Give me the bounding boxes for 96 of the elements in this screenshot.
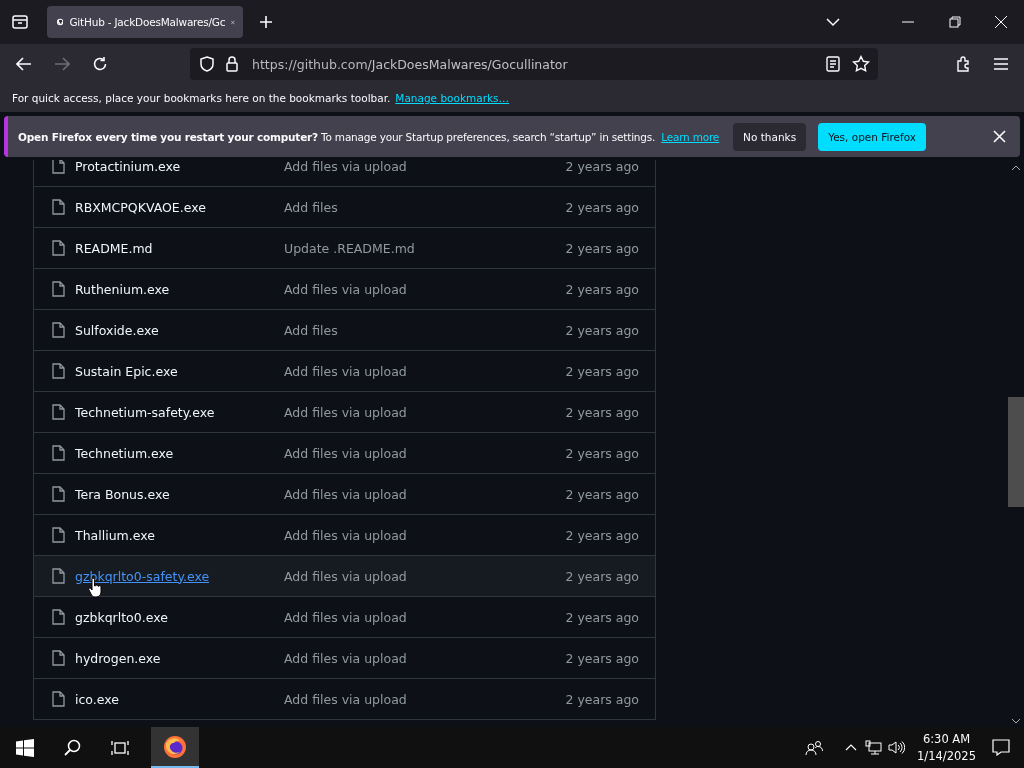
commit-message-link[interactable]: Add files via upload [284,527,407,543]
file-name-link[interactable]: RBXMCPQKVAOE.exe [75,199,284,215]
file-name-link[interactable]: Thallium.exe [75,527,284,543]
scroll-down-icon[interactable] [1012,719,1020,724]
commit-message-link[interactable]: Add files via upload [284,650,407,666]
chevron-down-icon[interactable] [826,17,840,27]
star-icon[interactable] [852,55,870,73]
close-icon[interactable] [993,130,1006,143]
commit-message-link[interactable]: Add files via upload [284,568,407,584]
file-icon [52,363,65,379]
file-age: 2 years ago [565,404,639,420]
file-age: 2 years ago [565,609,639,625]
close-icon[interactable] [995,16,1007,28]
browser-tab[interactable]: GitHub - JackDoesMalwares/Gc [47,6,243,38]
file-age: 2 years ago [565,486,639,502]
commit-message-link[interactable]: Add files via upload [284,445,407,461]
restore-icon[interactable] [949,16,961,28]
file-name-link[interactable]: gzbkqrlto0.exe [75,609,284,625]
learn-more-link[interactable]: Learn more [661,130,720,143]
commit-message-link[interactable]: Update .README.md [284,240,415,256]
back-arrow-icon[interactable] [16,57,32,71]
file-age: 2 years ago [565,199,639,215]
file-age: 2 years ago [565,160,639,174]
file-name-link[interactable]: Tera Bonus.exe [75,486,284,502]
notification-message: Open Firefox every time you restart your computer? To manage your Startup preferences, search “startup” in settings. [18,130,656,143]
scroll-up-icon[interactable] [1012,165,1020,170]
commit-message-link[interactable]: Add files [284,199,338,215]
people-icon[interactable] [805,739,824,756]
file-icon [52,322,65,338]
file-name-link[interactable]: Technetium-safety.exe [75,404,284,420]
address-bar[interactable]: https://github.com/JackDoesMalwares/Gocullinator [190,48,878,80]
scrollbar-thumb[interactable] [1008,397,1024,507]
network-icon[interactable] [865,740,883,755]
file-icon [52,240,65,256]
file-name-link[interactable]: gzbkqrlto0-safety.exe [75,568,284,584]
file-age: 2 years ago [565,240,639,256]
firefox-logo-icon [163,734,187,759]
file-icon [52,527,65,543]
clock-date[interactable]: 1/14/2025 [917,747,976,765]
file-age: 2 years ago [565,650,639,666]
file-name-link[interactable]: hydrogen.exe [75,650,284,666]
file-name-link[interactable]: README.md [75,240,284,256]
commit-message-link[interactable]: Add files via upload [284,404,407,420]
lock-icon[interactable] [226,56,238,72]
forward-arrow-icon[interactable] [54,57,70,71]
new-tab-icon[interactable] [259,15,273,29]
firefox-taskbar-button[interactable] [151,727,199,768]
file-age: 2 years ago [565,568,639,584]
no-thanks-button[interactable]: No thanks [733,122,807,151]
shield-icon[interactable] [200,56,214,72]
windows-start-icon[interactable] [16,738,34,757]
chevron-up-icon[interactable] [845,744,858,751]
file-name-link[interactable]: Ruthenium.exe [75,281,284,297]
tab-list-icon[interactable] [11,14,29,30]
commit-message-link[interactable]: Add files via upload [284,486,407,502]
file-icon [52,609,65,625]
search-icon[interactable] [64,739,81,756]
file-age: 2 years ago [565,281,639,297]
file-age: 2 years ago [565,322,639,338]
url-text: https://github.com/JackDoesMalwares/Gocullinator [252,56,568,72]
commit-message-link[interactable]: Add files via upload [284,363,407,379]
file-icon [52,160,65,174]
extensions-icon[interactable] [956,56,972,72]
file-age: 2 years ago [565,691,639,707]
file-name-link[interactable]: Protactinium.exe [75,160,284,174]
commit-message-link[interactable]: Add files via upload [284,691,407,707]
commit-message-link[interactable]: Add files via upload [284,160,407,174]
open-firefox-button[interactable]: Yes, open Firefox [818,122,927,151]
commit-message-link[interactable]: Add files via upload [284,281,407,297]
file-age: 2 years ago [565,445,639,461]
menu-icon[interactable] [994,58,1008,70]
task-view-icon[interactable] [111,739,129,756]
reload-icon[interactable] [92,56,108,72]
speaker-icon[interactable] [888,740,906,755]
file-icon [52,199,65,215]
file-icon [52,445,65,461]
file-icon [52,691,65,707]
commit-message-link[interactable]: Add files [284,322,338,338]
file-icon [52,281,65,297]
file-name-link[interactable]: ico.exe [75,691,284,707]
file-age: 2 years ago [565,363,639,379]
file-age: 2 years ago [565,527,639,543]
tab-title: GitHub - JackDoesMalwares/Gc [69,16,226,28]
reader-view-icon[interactable] [826,56,840,72]
bookmarks-hint: For quick access, place your bookmarks here on the bookmarks toolbar. [12,92,391,104]
file-name-link[interactable]: Sulfoxide.exe [75,322,284,338]
file-icon [52,486,65,502]
file-icon [52,568,65,584]
file-icon [52,404,65,420]
clock-time[interactable]: 6:30 AM [922,730,971,748]
manage-bookmarks-link[interactable]: Manage bookmarks… [395,92,509,104]
file-name-link[interactable]: Sustain Epic.exe [75,363,284,379]
notifications-icon[interactable] [992,739,1010,756]
file-icon [52,650,65,666]
file-name-link[interactable]: Technetium.exe [75,445,284,461]
commit-message-link[interactable]: Add files via upload [284,609,407,625]
